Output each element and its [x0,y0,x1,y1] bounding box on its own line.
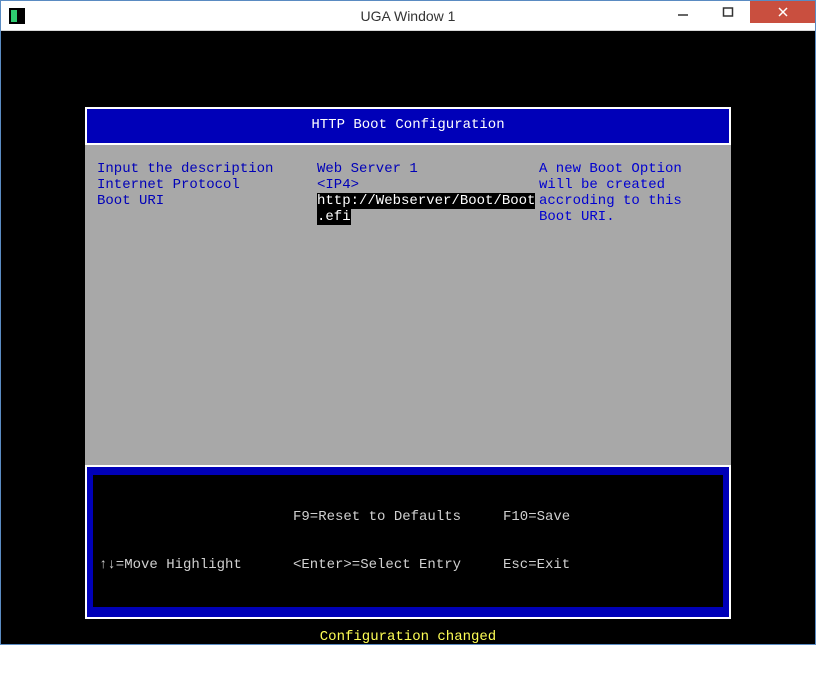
bios-ui: HTTP Boot Configuration Input the descri… [15,107,801,692]
bios-footer: ↑↓=Move Highlight F9=Reset to Defaults <… [85,465,731,619]
labels-column: Input the description Internet Protocol … [97,161,317,455]
footer-col1: ↑↓=Move Highlight [93,477,293,605]
values-column: Web Server 1 <IP4> http://Webserver/Boot… [317,161,539,455]
help-line2: will be created [539,177,719,193]
maximize-icon [722,6,734,18]
value-description[interactable]: Web Server 1 [317,161,539,177]
key-move-highlight: ↑↓=Move Highlight [99,557,293,573]
close-button[interactable] [750,1,815,23]
minimize-icon [677,6,689,18]
key-exit: Esc=Exit [503,557,723,573]
footer-col3: F10=Save Esc=Exit [503,477,723,605]
value-boot-uri-line2[interactable]: .efi [317,209,539,225]
screen: HTTP Boot Configuration Input the descri… [1,31,815,644]
window-controls [660,1,815,23]
key-save: F10=Save [503,509,723,525]
key-select-entry: <Enter>=Select Entry [293,557,503,573]
value-protocol[interactable]: <IP4> [317,177,539,193]
help-line4: Boot URI. [539,209,719,225]
label-boot-uri: Boot URI [97,193,317,209]
app-window: UGA Window 1 HTTP Boot Configuration [0,0,816,645]
maximize-button[interactable] [705,1,750,23]
key-reset-defaults: F9=Reset to Defaults [293,509,503,525]
label-protocol: Internet Protocol [97,177,317,193]
label-description: Input the description [97,161,317,177]
help-line3: accroding to this [539,193,719,209]
help-column: A new Boot Option will be created accrod… [539,161,719,455]
status-message: Configuration changed [85,619,731,645]
bios-header-title: HTTP Boot Configuration [311,117,504,133]
help-line1: A new Boot Option [539,161,719,177]
value-boot-uri-line1[interactable]: http://Webserver/Boot/Boot [317,193,539,209]
bios-content: Input the description Internet Protocol … [85,145,731,465]
titlebar[interactable]: UGA Window 1 [1,1,815,31]
app-icon [9,8,25,24]
close-icon [777,6,789,18]
footer-keys: ↑↓=Move Highlight F9=Reset to Defaults <… [93,475,723,607]
bios-header: HTTP Boot Configuration [85,107,731,145]
footer-col2: F9=Reset to Defaults <Enter>=Select Entr… [293,477,503,605]
minimize-button[interactable] [660,1,705,23]
